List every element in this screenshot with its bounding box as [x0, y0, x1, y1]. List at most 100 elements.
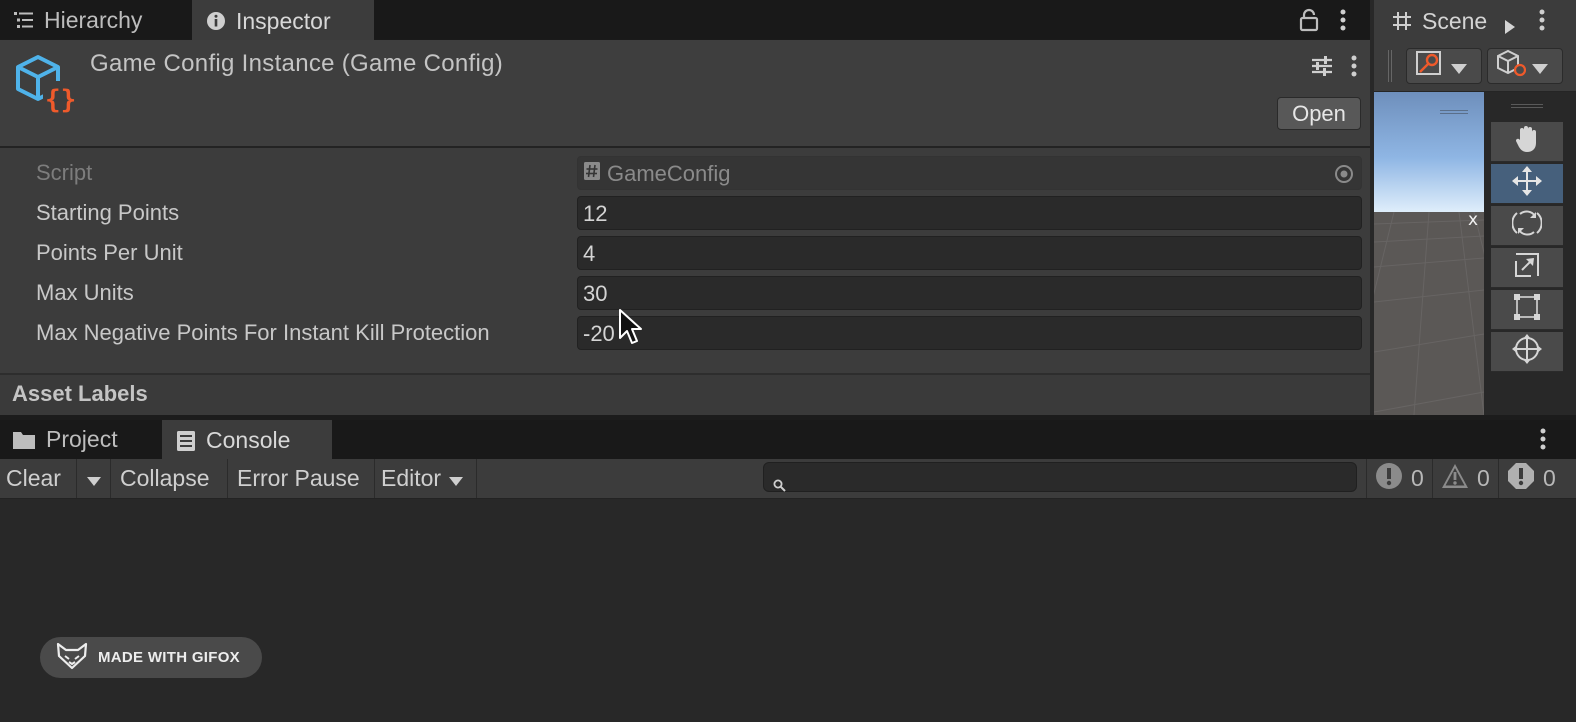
asset-labels-section[interactable]: Asset Labels [0, 373, 1370, 415]
rect-tool-button[interactable] [1491, 290, 1563, 330]
rotate-icon [1511, 208, 1543, 244]
scene-viewport[interactable]: x [1374, 92, 1484, 415]
tab-scene[interactable]: Scene [1422, 8, 1487, 35]
warning-count: 0 [1477, 465, 1490, 491]
draw-mode-dropdown[interactable] [1406, 48, 1482, 84]
error-icon [1507, 462, 1535, 496]
search-icon [773, 471, 786, 498]
script-row: Script GameConfig [0, 153, 1370, 193]
inspector-panel: {} Game Config Instance (Game Config) Op… [0, 40, 1370, 415]
tools-grip[interactable] [1511, 104, 1543, 108]
gizmos-dropdown[interactable] [1487, 48, 1563, 84]
grid-icon [1392, 10, 1412, 37]
presets-icon[interactable] [1311, 55, 1333, 83]
script-field: GameConfig [577, 156, 1362, 190]
asset-labels-heading: Asset Labels [12, 381, 148, 406]
property-row-max-negative-points: Max Negative Points For Instant Kill Pro… [0, 313, 1370, 353]
scale-icon [1513, 251, 1541, 285]
error-count: 0 [1543, 465, 1556, 491]
starting-points-field[interactable]: 12 [577, 196, 1362, 230]
mouse-cursor-icon [619, 309, 643, 353]
editor-label: Editor [381, 465, 442, 491]
scene-more-icon[interactable] [1537, 9, 1547, 37]
scale-tool-button[interactable] [1491, 248, 1563, 288]
more-options-icon[interactable] [1338, 9, 1348, 37]
tab-hierarchy[interactable]: Hierarchy [0, 0, 190, 40]
toolbar-grip[interactable] [1388, 50, 1392, 82]
gifox-watermark: MADE WITH GIFOX [40, 637, 262, 678]
tab-project-label: Project [46, 426, 118, 452]
info-message-icon [1375, 462, 1403, 496]
info-count: 0 [1411, 465, 1424, 491]
open-button[interactable]: Open [1277, 97, 1361, 130]
tab-inspector[interactable]: Inspector [192, 0, 374, 40]
scene-ground [1374, 211, 1484, 415]
draw-mode-icon [1415, 49, 1443, 83]
lock-icon[interactable] [1298, 8, 1320, 38]
warning-icon [1441, 463, 1469, 495]
clear-button[interactable]: Clear [0, 459, 77, 498]
script-value: GameConfig [607, 161, 731, 186]
console-more-icon[interactable] [1538, 428, 1548, 456]
scene-panel: Scene x [1374, 0, 1576, 415]
console-icon [176, 430, 196, 451]
points-per-unit-label: Points Per Unit [36, 240, 183, 265]
error-pause-button[interactable]: Error Pause [228, 459, 375, 498]
chevron-down-icon [449, 465, 464, 492]
clear-options-dropdown[interactable] [77, 459, 111, 498]
info-icon [206, 11, 226, 31]
collapse-button[interactable]: Collapse [111, 459, 228, 498]
inspector-header: {} Game Config Instance (Game Config) Op… [0, 40, 1370, 148]
starting-points-label: Starting Points [36, 200, 180, 225]
folder-icon [12, 430, 36, 450]
max-units-label: Max Units [36, 280, 134, 305]
tab-console[interactable]: Console [162, 420, 332, 459]
error-count-toggle[interactable]: 0 [1498, 459, 1576, 498]
svg-text:{}: {} [45, 85, 76, 114]
scene-tools-overlay [1489, 92, 1576, 415]
cube-icon [1496, 49, 1527, 83]
fox-logo-icon [56, 642, 88, 674]
scene-toolbar [1374, 40, 1576, 92]
console-tab-strip: Project Console [0, 420, 1576, 459]
gifox-watermark-text: MADE WITH GIFOX [98, 649, 240, 666]
transform-icon [1511, 333, 1543, 371]
info-count-toggle[interactable]: 0 [1366, 459, 1432, 498]
max-units-field[interactable]: 30 [577, 276, 1362, 310]
list-icon [14, 10, 34, 30]
hand-tool-button[interactable] [1491, 122, 1563, 162]
points-per-unit-field[interactable]: 4 [577, 236, 1362, 270]
scriptable-object-icon: {} [14, 54, 76, 120]
hand-icon [1512, 124, 1542, 160]
move-tool-button[interactable] [1491, 164, 1563, 204]
inspector-tab-strip: Hierarchy Inspector [0, 0, 1370, 40]
play-arrow-icon[interactable] [1505, 13, 1515, 40]
warning-count-toggle[interactable]: 0 [1432, 459, 1498, 498]
scene-tab-strip: Scene [1374, 0, 1576, 40]
chevron-down-icon [1451, 53, 1467, 80]
axis-x-label: x [1468, 210, 1479, 230]
property-row-starting-points: Starting Points 12 [0, 193, 1370, 233]
transform-tool-button[interactable] [1491, 332, 1563, 372]
console-log-area[interactable] [0, 499, 1576, 722]
tab-hierarchy-label: Hierarchy [44, 6, 143, 33]
editor-dropdown[interactable]: Editor [375, 459, 477, 498]
viewport-grip[interactable] [1440, 110, 1468, 114]
tab-inspector-label: Inspector [236, 7, 331, 34]
object-picker-icon[interactable] [1334, 164, 1354, 190]
rect-transform-icon [1512, 292, 1542, 328]
inspector-more-icon[interactable] [1349, 55, 1359, 83]
move-icon [1511, 165, 1543, 203]
property-row-max-units: Max Units 30 [0, 273, 1370, 313]
csharp-script-icon [583, 161, 601, 187]
tab-project[interactable]: Project [0, 420, 158, 459]
max-negative-points-label: Max Negative Points For Instant Kill Pro… [36, 320, 490, 345]
property-row-points-per-unit: Points Per Unit 4 [0, 233, 1370, 273]
tab-console-label: Console [206, 427, 291, 453]
rotate-tool-button[interactable] [1491, 206, 1563, 246]
script-label: Script [36, 160, 93, 185]
inspector-title: Game Config Instance (Game Config) [90, 50, 504, 77]
scene-grid-lines [1374, 211, 1484, 415]
console-search-input[interactable] [763, 462, 1357, 492]
max-negative-points-field[interactable]: -20 [577, 316, 1362, 350]
